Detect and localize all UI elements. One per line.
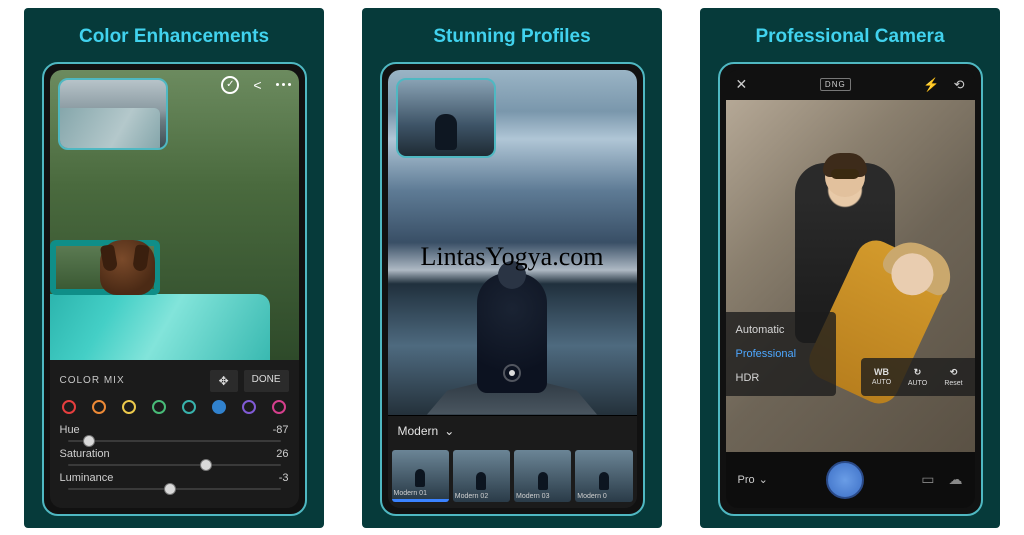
editor-topbar: ✓ < [221,76,290,94]
profile-thumb[interactable]: Modern 02 [453,450,510,502]
luminance-label: Luminance [60,472,120,484]
panel-color-enhancements: Color Enhancements ✓ < [24,8,324,528]
camera-viewfinder[interactable]: Automatic Professional HDR WB AUTO ↻ AUTO ⟲ R… [726,100,975,452]
phone-screen: ✓ < COLOR MIX ✥ DONE [50,70,299,508]
phone-frame: Modern ⌄ Modern 01Modern 02Modern 03Mode… [380,62,645,516]
photo-truck [50,230,270,360]
camera-quick-button[interactable]: ↻ AUTO [901,362,935,392]
color-swatch[interactable] [152,400,166,414]
quick-bottom-label: AUTO [872,379,891,386]
profile-thumb-label: Modern 0 [577,493,607,500]
original-thumbnail[interactable] [396,78,496,158]
luminance-slider[interactable]: Luminance -3 [60,472,289,490]
phone-frame: ✓ < COLOR MIX ✥ DONE [42,62,307,516]
color-swatch[interactable] [62,400,76,414]
camera-mode-automatic[interactable]: Automatic [726,318,836,342]
profile-dropdown-label: Modern [398,424,439,438]
camera-flip-icon[interactable]: ⟲ [954,77,965,93]
camera-quick-settings: WB AUTO ↻ AUTO ⟲ Reset [861,358,975,396]
color-swatch[interactable] [242,400,256,414]
camera-mode-menu: Automatic Professional HDR [726,312,836,396]
panel-stunning-profiles: Stunning Profiles Modern ⌄ Modern 01Mode… [362,8,662,528]
chevron-down-icon: ⌄ [759,473,768,486]
panel-title: Stunning Profiles [433,26,590,48]
flash-icon[interactable]: ⚡ [923,77,939,93]
camera-mode-picker[interactable]: Pro ⌄ [738,473,768,486]
center-target-icon[interactable] [503,364,521,382]
app-screenshots-stage: Color Enhancements ✓ < [0,0,1024,535]
luminance-value: -3 [267,472,289,484]
color-mix-label: COLOR MIX [60,375,125,386]
saturation-slider[interactable]: Saturation 26 [60,448,289,466]
close-icon[interactable]: ✕ [736,76,748,93]
before-thumbnail[interactable] [58,78,168,150]
quick-bottom-label: Reset [944,380,962,387]
profile-thumb-label: Modern 02 [455,493,488,500]
hue-slider[interactable]: Hue -87 [60,424,289,442]
editor-main-image[interactable]: ✓ < [50,70,299,360]
color-mix-panel: COLOR MIX ✥ DONE Hue -87 [50,360,299,508]
saturation-label: Saturation [60,448,120,460]
phone-screen: Modern ⌄ Modern 01Modern 02Modern 03Mode… [388,70,637,508]
color-swatch[interactable] [92,400,106,414]
gallery-icon[interactable]: ▭ [921,471,934,488]
color-swatch[interactable] [212,400,226,414]
profile-dropdown[interactable]: Modern ⌄ [388,415,637,446]
profile-main-image[interactable] [388,70,637,415]
profile-thumb[interactable]: Modern 01 [392,450,449,502]
saturation-value: 26 [267,448,289,460]
color-swatch[interactable] [182,400,196,414]
hue-value: -87 [267,424,289,436]
panel-title: Professional Camera [755,26,944,48]
profile-thumb-label: Modern 03 [516,493,549,500]
profile-thumb-row: Modern 01 Modern 02 Modern 03 Modern 0 [388,446,637,508]
camera-quick-button[interactable]: WB AUTO [865,362,899,392]
share-icon[interactable]: < [253,77,261,93]
color-swatch[interactable] [272,400,286,414]
profile-thumb-label: Modern 01 [394,490,427,497]
more-icon[interactable] [276,83,291,86]
camera-topbar: ✕ DNG ⚡ ⟲ [726,70,975,100]
quick-top-label: ↻ [914,367,922,378]
chevron-down-icon: ⌄ [444,424,454,438]
profile-thumb[interactable]: Modern 03 [514,450,571,502]
camera-mode-professional[interactable]: Professional [726,342,836,366]
done-button[interactable]: DONE [244,370,289,392]
color-picker-button[interactable]: ✥ [210,370,238,392]
cloud-icon[interactable]: ☁ [948,471,962,488]
profile-thumb[interactable]: Modern 0 [575,450,632,502]
quick-bottom-label: AUTO [908,380,927,387]
phone-frame: ✕ DNG ⚡ ⟲ Automatic [718,62,983,516]
shutter-button[interactable] [826,461,864,499]
phone-screen: ✕ DNG ⚡ ⟲ Automatic [726,70,975,508]
camera-quick-button[interactable]: ⟲ Reset [937,362,971,392]
camera-mode-label: Pro [738,474,755,486]
camera-mode-hdr[interactable]: HDR [726,366,836,390]
color-swatch-row [62,400,287,414]
camera-bottom-bar: Pro ⌄ ▭ ☁ [726,452,975,508]
color-swatch[interactable] [122,400,136,414]
quick-top-label: ⟲ [950,367,958,378]
approve-icon[interactable]: ✓ [221,76,239,94]
quick-top-label: WB [874,367,889,377]
panel-title: Color Enhancements [79,26,269,48]
dng-badge[interactable]: DNG [820,78,851,91]
panel-professional-camera: Professional Camera ✕ DNG ⚡ ⟲ [700,8,1000,528]
